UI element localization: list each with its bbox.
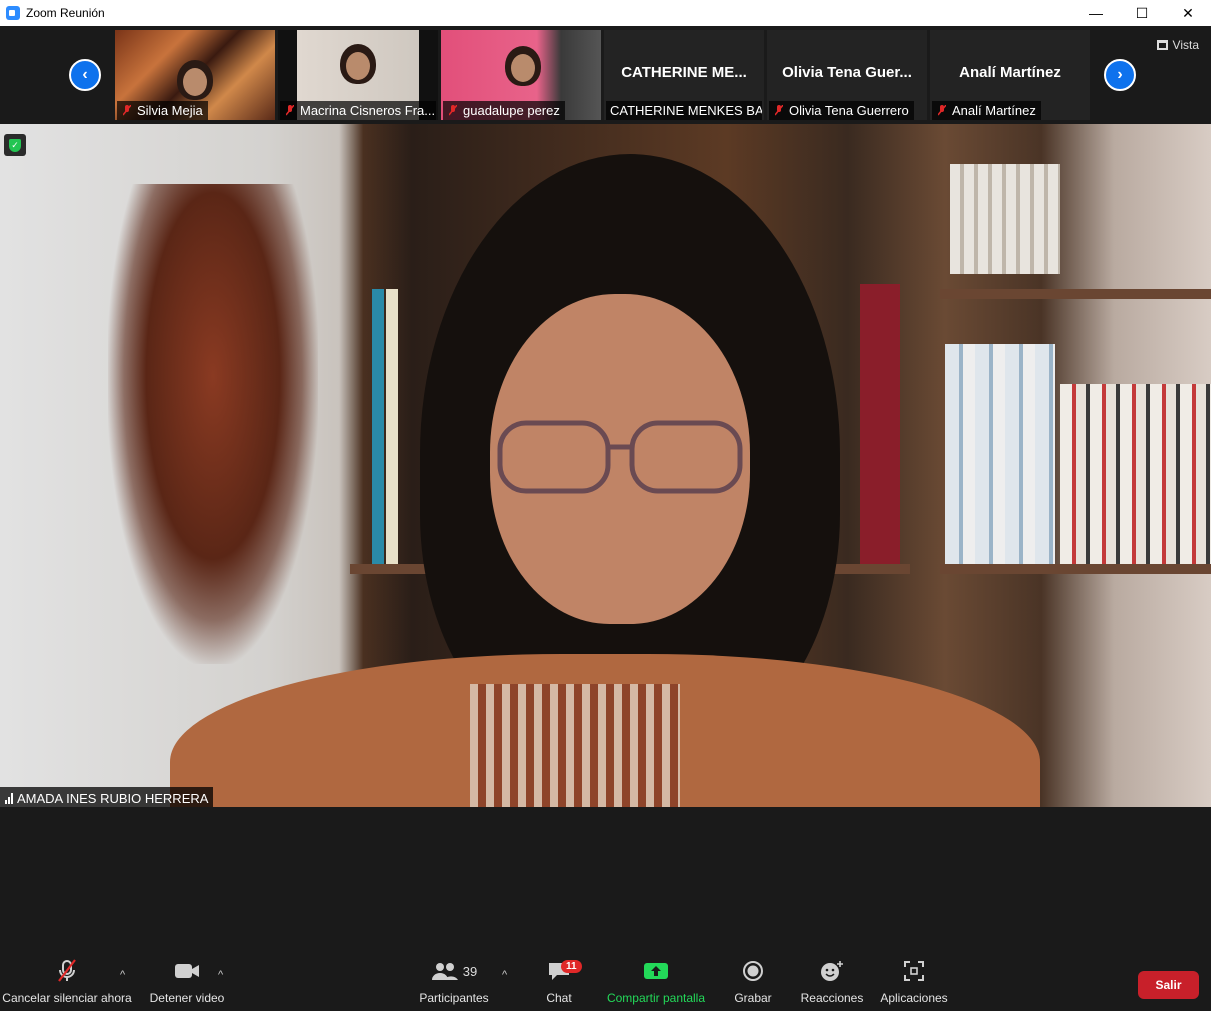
video-camera-icon	[174, 955, 200, 987]
participant-tile[interactable]: Macrina Cisneros Fra...	[278, 30, 438, 120]
participant-video-face	[511, 54, 535, 82]
apps-icon	[904, 961, 924, 981]
active-speaker-video: ✓ AMADA INES RUBIO HERRERA	[0, 124, 1211, 807]
participants-count: 39	[462, 963, 478, 979]
participant-display-name: Analí Martínez	[959, 64, 1061, 81]
reactions-smiley-icon	[821, 961, 843, 981]
chat-unread-badge: 11	[561, 960, 582, 973]
connection-signal-icon	[5, 793, 13, 804]
participant-tile[interactable]: guadalupe perez	[441, 30, 601, 120]
participant-display-name: CATHERINE ME...	[621, 64, 747, 81]
participant-name-label: Silvia Mejia	[117, 101, 208, 120]
book	[372, 289, 384, 564]
shield-check-icon: ✓	[9, 138, 21, 152]
minimize-button[interactable]: —	[1073, 0, 1119, 26]
participant-display-name: Olivia Tena Guer...	[782, 64, 912, 81]
window-controls: — ☐ ✕	[1073, 0, 1211, 26]
participant-name-label: Macrina Cisneros Fra...	[280, 101, 436, 120]
muted-microphone-icon	[56, 955, 78, 987]
participant-video-face	[183, 68, 207, 96]
stop-video-button[interactable]: Detener video	[148, 955, 226, 1011]
chevron-left-icon: ‹	[82, 66, 88, 83]
participant-name-label: Olivia Tena Guerrero	[769, 101, 914, 120]
share-screen-icon	[644, 963, 668, 979]
record-icon	[743, 961, 763, 981]
participant-tile[interactable]: Analí Martínez Analí Martínez	[930, 30, 1090, 120]
participant-strip: ‹ Silvia Mejia Macrina Cisneros Fra... g…	[0, 26, 1211, 122]
participants-button[interactable]: 39 Participantes	[418, 955, 490, 1011]
zoom-app-icon	[6, 6, 20, 20]
book	[860, 284, 900, 564]
bookshelf	[940, 289, 1211, 299]
muted-mic-icon	[775, 105, 783, 116]
audio-options-caret[interactable]: ^	[120, 969, 125, 981]
speaker-blouse-embroidery	[470, 684, 680, 807]
book	[386, 289, 398, 564]
close-button[interactable]: ✕	[1165, 0, 1211, 26]
bookshelf	[940, 564, 1211, 574]
active-speaker-name-label: AMADA INES RUBIO HERRERA	[0, 787, 214, 807]
participants-icon	[431, 963, 458, 980]
maximize-button[interactable]: ☐	[1119, 0, 1165, 26]
participant-name-label: Analí Martínez	[932, 101, 1041, 120]
muted-mic-icon	[938, 105, 946, 116]
video-options-caret[interactable]: ^	[218, 969, 223, 981]
meeting-controls-toolbar: Cancelar silenciar ahora ^ Detener video…	[0, 955, 1211, 1011]
participants-options-caret[interactable]: ^	[502, 969, 507, 981]
muted-mic-icon	[286, 105, 294, 116]
muted-mic-icon	[449, 105, 457, 116]
participant-tile[interactable]: CATHERINE ME... CATHERINE MENKES BA...	[604, 30, 764, 120]
books-row	[950, 164, 1060, 274]
view-button[interactable]: Vista	[1156, 38, 1199, 52]
books-row	[945, 344, 1055, 564]
chevron-right-icon: ›	[1117, 66, 1123, 83]
participant-name-label: CATHERINE MENKES BA...	[606, 101, 762, 120]
books-row	[1060, 384, 1211, 564]
participant-tile[interactable]: Silvia Mejia	[115, 30, 275, 120]
record-button[interactable]: Grabar	[732, 955, 774, 1011]
chat-button[interactable]: 11 Chat	[540, 955, 582, 1011]
participant-tile[interactable]: Olivia Tena Guer... Olivia Tena Guerrero	[767, 30, 927, 120]
previous-page-button[interactable]: ‹	[69, 59, 101, 91]
share-screen-button[interactable]: Compartir pantalla	[604, 955, 708, 1011]
title-bar: Zoom Reunión — ☐ ✕	[0, 0, 1211, 26]
leave-meeting-button[interactable]: Salir	[1138, 971, 1199, 999]
unmute-button[interactable]: Cancelar silenciar ahora	[2, 955, 132, 1011]
view-grid-icon	[1156, 40, 1168, 50]
apps-button[interactable]: Aplicaciones	[878, 955, 950, 1011]
encryption-badge[interactable]: ✓	[4, 134, 26, 156]
participant-video-face	[346, 52, 370, 80]
next-page-button[interactable]: ›	[1104, 59, 1136, 91]
window-title: Zoom Reunión	[26, 6, 105, 20]
speaker-glasses	[497, 420, 743, 494]
muted-mic-icon	[123, 105, 131, 116]
participant-name-label: guadalupe perez	[443, 101, 565, 120]
wall-mask-decoration	[108, 184, 318, 664]
reactions-button[interactable]: Reacciones	[800, 955, 864, 1011]
